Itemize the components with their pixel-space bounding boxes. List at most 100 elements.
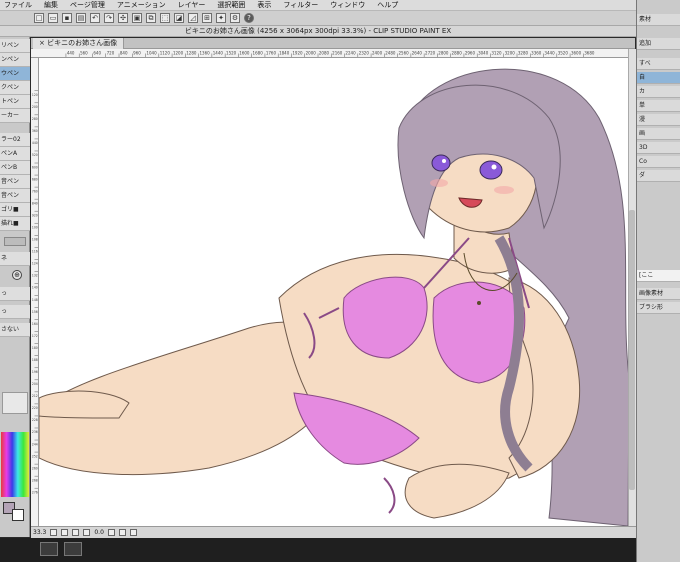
menu-file[interactable]: ファイル (4, 0, 32, 10)
tool-property-item[interactable]: っ (0, 287, 30, 301)
subtool-item[interactable]: ゴリ■ (0, 203, 30, 217)
timeline-icon[interactable] (64, 542, 82, 556)
ruler-label: 2000 (306, 50, 317, 55)
redo-icon[interactable]: ↷ (104, 13, 114, 23)
canvas-tab[interactable]: × ビキニのお姉さん画像 (33, 38, 125, 49)
menu-view[interactable]: 表示 (257, 0, 271, 10)
material-add-button[interactable]: 追加 (637, 38, 680, 50)
zoom-value[interactable]: 33.3 (33, 529, 46, 536)
material-tree-item[interactable]: 漫 (637, 114, 680, 126)
subtool-item-selected[interactable]: ウペン (0, 67, 30, 81)
actual-size-icon[interactable] (83, 529, 91, 536)
zoom-icon[interactable]: ⊕ (12, 270, 22, 280)
material-tree-item[interactable]: カ (637, 86, 680, 98)
new-file-icon[interactable]: □ (34, 13, 44, 23)
invert-selection-icon[interactable]: ◪ (174, 13, 184, 23)
subtool-item[interactable]: トペン (0, 95, 30, 109)
subtool-item[interactable]: 音ペン (0, 189, 30, 203)
menu-edit[interactable]: 編集 (44, 0, 58, 10)
necklace-pendant (477, 301, 481, 305)
tool-property-item[interactable]: さない (0, 323, 30, 337)
subtool-item[interactable]: ーカー (0, 109, 30, 123)
ruler-label: 440 (67, 50, 75, 55)
snap-ruler-icon[interactable]: ◿ (188, 13, 198, 23)
ruler-label: 1400 (32, 286, 39, 290)
color-palette[interactable] (1, 432, 29, 497)
subtool-item[interactable]: 描れ■ (0, 217, 30, 231)
subtool-item[interactable]: ペンB (0, 161, 30, 175)
print-icon[interactable]: ▤ (76, 13, 86, 23)
menu-filter[interactable]: フィルター (283, 0, 318, 10)
tool-property-item[interactable]: っ (0, 305, 30, 319)
menu-page[interactable]: ページ管理 (70, 0, 105, 10)
settings-icon[interactable]: ⚙ (230, 13, 240, 23)
menu-help[interactable]: ヘルプ (377, 0, 398, 10)
figure-icon[interactable]: ✦ (216, 13, 226, 23)
subtool-item[interactable]: ラー02 (0, 133, 30, 147)
zoom-in-icon[interactable] (61, 529, 69, 536)
material-tree-item[interactable]: Co (637, 156, 680, 168)
subtool-item[interactable]: ペンA (0, 147, 30, 161)
ruler-label: 2720 (425, 50, 436, 55)
undo-icon[interactable]: ↶ (90, 13, 100, 23)
material-tree-item[interactable]: 3D (637, 142, 680, 154)
ruler-label: 280 (32, 117, 38, 121)
ruler-label: 1320 (32, 274, 39, 278)
help-icon[interactable]: ? (244, 13, 254, 23)
close-tab-icon[interactable]: × (39, 39, 47, 47)
menu-window[interactable]: ウィンドウ (330, 0, 365, 10)
illustration (39, 68, 628, 526)
ruler-label: 1440 (213, 50, 224, 55)
subtool-item[interactable]: クペン (0, 81, 30, 95)
fill-icon[interactable]: ▣ (132, 13, 142, 23)
material-tag[interactable]: 画像素材 (637, 288, 680, 300)
zoom-out-icon[interactable] (50, 529, 58, 536)
ruler-label: 2760 (32, 490, 39, 494)
clear-icon[interactable]: ✣ (118, 13, 128, 23)
material-tree-item-selected[interactable]: 自 (637, 72, 680, 84)
drawing-canvas[interactable] (39, 58, 628, 526)
left-ruler[interactable]: 120 200 280 360 440 520 600 680 760 840 920 1000 108… (31, 58, 39, 526)
right-blush (494, 186, 514, 194)
snap-grid-icon[interactable]: ⊞ (202, 13, 212, 23)
subtool-item[interactable]: 音ペン (0, 175, 30, 189)
vertical-scroll-thumb[interactable] (629, 210, 635, 490)
save-icon[interactable]: ▪ (62, 13, 72, 23)
menu-selection[interactable]: 選択範囲 (217, 0, 245, 10)
tool-property-item[interactable]: ネ (0, 252, 30, 266)
material-tag[interactable]: ブラシ形 (637, 302, 680, 314)
transform-icon[interactable]: ⧉ (146, 13, 156, 23)
ruler-label: 440 (32, 141, 38, 145)
flip-icon[interactable] (129, 529, 137, 536)
sub-color-swatch[interactable] (12, 509, 24, 521)
material-search-input[interactable]: [ここ (637, 270, 680, 282)
subtool-item[interactable]: リペン (0, 39, 30, 53)
ruler-label: 1120 (160, 50, 171, 55)
material-tree-item[interactable]: すべ (637, 58, 680, 70)
subtool-buttons[interactable] (4, 237, 26, 246)
ruler-label: 3600 (571, 50, 582, 55)
brush-size-preview[interactable] (2, 392, 28, 414)
top-ruler[interactable]: 440 560 640 720 840 960 1040 1120 1200 1280 1360 14… (31, 49, 628, 58)
fit-icon[interactable] (72, 529, 80, 536)
menu-layer[interactable]: レイヤー (178, 0, 206, 10)
subtool-item[interactable]: ンペン (0, 53, 30, 67)
rotation-value[interactable]: 0.0 (94, 529, 104, 536)
ruler-label: 200 (32, 105, 38, 109)
material-tree-item[interactable]: 単 (637, 100, 680, 112)
navigator-icon[interactable] (40, 542, 58, 556)
menu-animation[interactable]: アニメーション (117, 0, 166, 10)
deselect-icon[interactable]: ⬚ (160, 13, 170, 23)
ruler-label: 2480 (385, 50, 396, 55)
ruler-label: 1240 (32, 262, 39, 266)
ruler-label: 1840 (279, 50, 290, 55)
open-folder-icon[interactable]: ▭ (48, 13, 58, 23)
rotate-right-icon[interactable] (118, 529, 126, 536)
rotate-left-icon[interactable] (107, 529, 115, 536)
ruler-label: 960 (133, 50, 141, 55)
material-tree-item[interactable]: 画 (637, 128, 680, 140)
ruler-label: 2040 (32, 382, 39, 386)
material-tree-item[interactable]: ダ (637, 170, 680, 182)
ruler-label: 2440 (32, 442, 39, 446)
ruler-label: 1080 (32, 238, 39, 242)
